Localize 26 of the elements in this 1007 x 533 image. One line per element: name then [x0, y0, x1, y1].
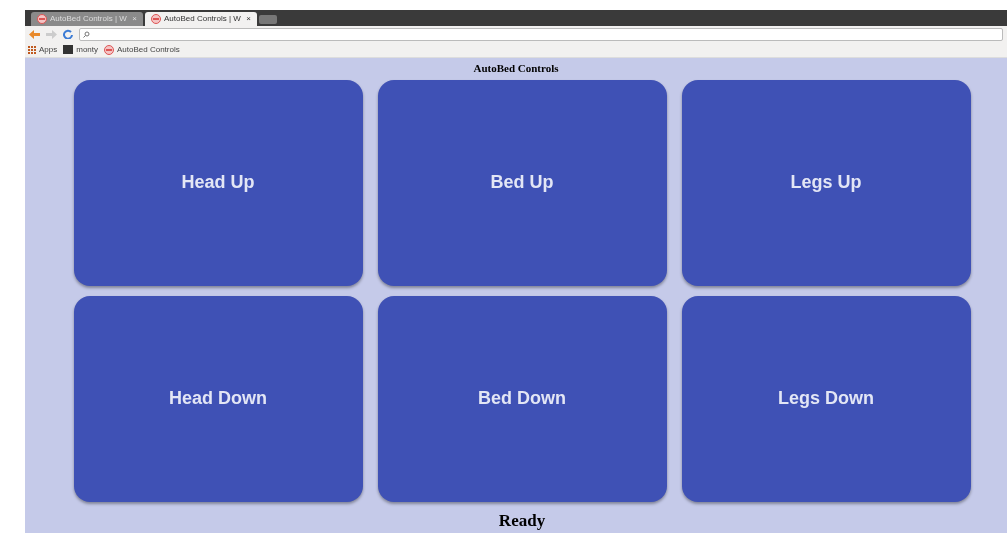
- bookmark-link[interactable]: monty: [63, 43, 99, 56]
- bed-control-button[interactable]: Head Down: [73, 295, 363, 502]
- bookmark-link[interactable]: AutoBed Controls: [104, 43, 180, 56]
- new-tab-button[interactable]: [259, 14, 277, 24]
- tab-title: AutoBed Controls | W: [50, 12, 127, 25]
- address-field[interactable]: [79, 27, 1003, 41]
- forward-arrow-icon[interactable]: [46, 29, 57, 39]
- reload-icon[interactable]: [63, 29, 73, 39]
- bed-favicon-icon: [104, 44, 115, 55]
- apps-grid-icon: [28, 45, 36, 54]
- page-title: AutoBed Controls: [473, 61, 559, 77]
- bed-favicon-icon: [37, 13, 47, 24]
- bed-control-button[interactable]: Legs Up: [681, 79, 971, 286]
- bed-control-button[interactable]: Bed Up: [377, 79, 667, 286]
- bed-control-button[interactable]: Head Up: [73, 79, 363, 286]
- bookmark-link[interactable]: Apps: [28, 43, 58, 56]
- browser-tab[interactable]: AutoBed Controls | W ×: [145, 11, 257, 26]
- bed-control-button[interactable]: Legs Down: [681, 295, 971, 502]
- status-text: Ready: [498, 509, 546, 532]
- back-arrow-icon[interactable]: [29, 29, 40, 39]
- tab-title: AutoBed Controls | W: [164, 12, 241, 25]
- bed-control-button[interactable]: Bed Down: [377, 295, 667, 502]
- tab-close[interactable]: ×: [246, 12, 251, 25]
- site-favicon-icon: [63, 45, 74, 54]
- bed-favicon-icon: [151, 13, 161, 24]
- search-icon: [83, 30, 90, 38]
